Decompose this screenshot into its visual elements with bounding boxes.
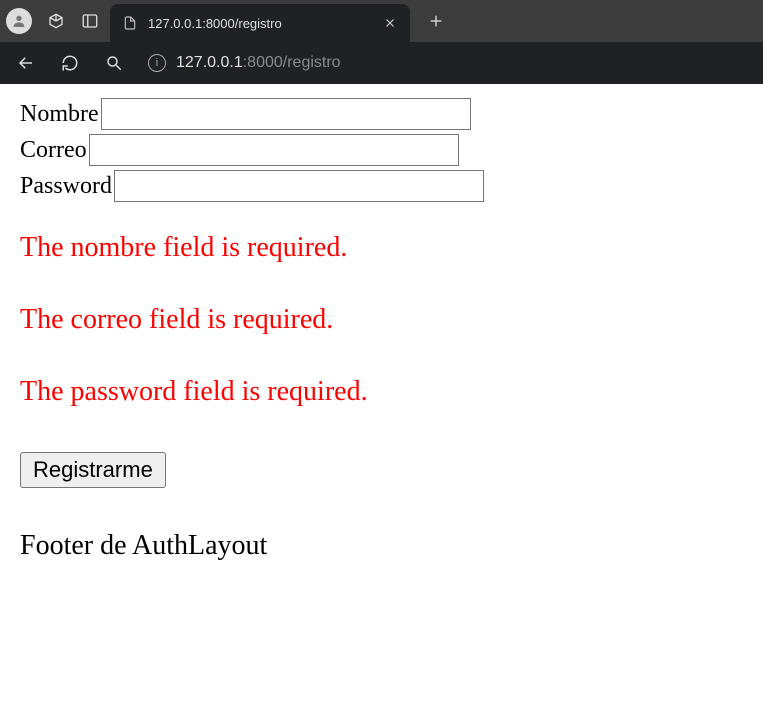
error-list: The nombre field is required. The correo…	[20, 232, 743, 408]
tab-title: 127.0.0.1:8000/registro	[148, 16, 372, 31]
browser-tab[interactable]: 127.0.0.1:8000/registro	[110, 4, 410, 42]
password-label: Password	[20, 173, 112, 200]
sidebar-toggle-icon[interactable]	[76, 7, 104, 35]
profile-avatar-icon[interactable]	[6, 8, 32, 34]
footer-text: Footer de AuthLayout	[20, 530, 743, 562]
error-message: The nombre field is required.	[20, 232, 743, 264]
back-button[interactable]	[12, 49, 40, 77]
close-tab-icon[interactable]	[382, 15, 398, 31]
page-favicon-icon	[122, 15, 138, 31]
password-input[interactable]	[114, 170, 484, 202]
nombre-input[interactable]	[101, 98, 471, 130]
browser-toolbar: i 127.0.0.1:8000/registro	[0, 42, 763, 84]
new-tab-button[interactable]	[422, 7, 450, 35]
address-bar[interactable]: i 127.0.0.1:8000/registro	[144, 54, 751, 72]
form-row-password: Password	[20, 170, 743, 202]
correo-label: Correo	[20, 137, 87, 164]
workspaces-icon[interactable]	[42, 7, 70, 35]
submit-button[interactable]: Registrarme	[20, 452, 166, 488]
nombre-label: Nombre	[20, 101, 99, 128]
site-info-icon[interactable]: i	[148, 54, 166, 72]
refresh-button[interactable]	[56, 49, 84, 77]
form-row-correo: Correo	[20, 134, 743, 166]
correo-input[interactable]	[89, 134, 459, 166]
error-message: The correo field is required.	[20, 304, 743, 336]
url-text: 127.0.0.1:8000/registro	[176, 54, 341, 72]
search-icon[interactable]	[100, 49, 128, 77]
page-content: Nombre Correo Password The nombre field …	[0, 84, 763, 576]
form-row-nombre: Nombre	[20, 98, 743, 130]
browser-tab-strip: 127.0.0.1:8000/registro	[0, 0, 763, 42]
error-message: The password field is required.	[20, 376, 743, 408]
